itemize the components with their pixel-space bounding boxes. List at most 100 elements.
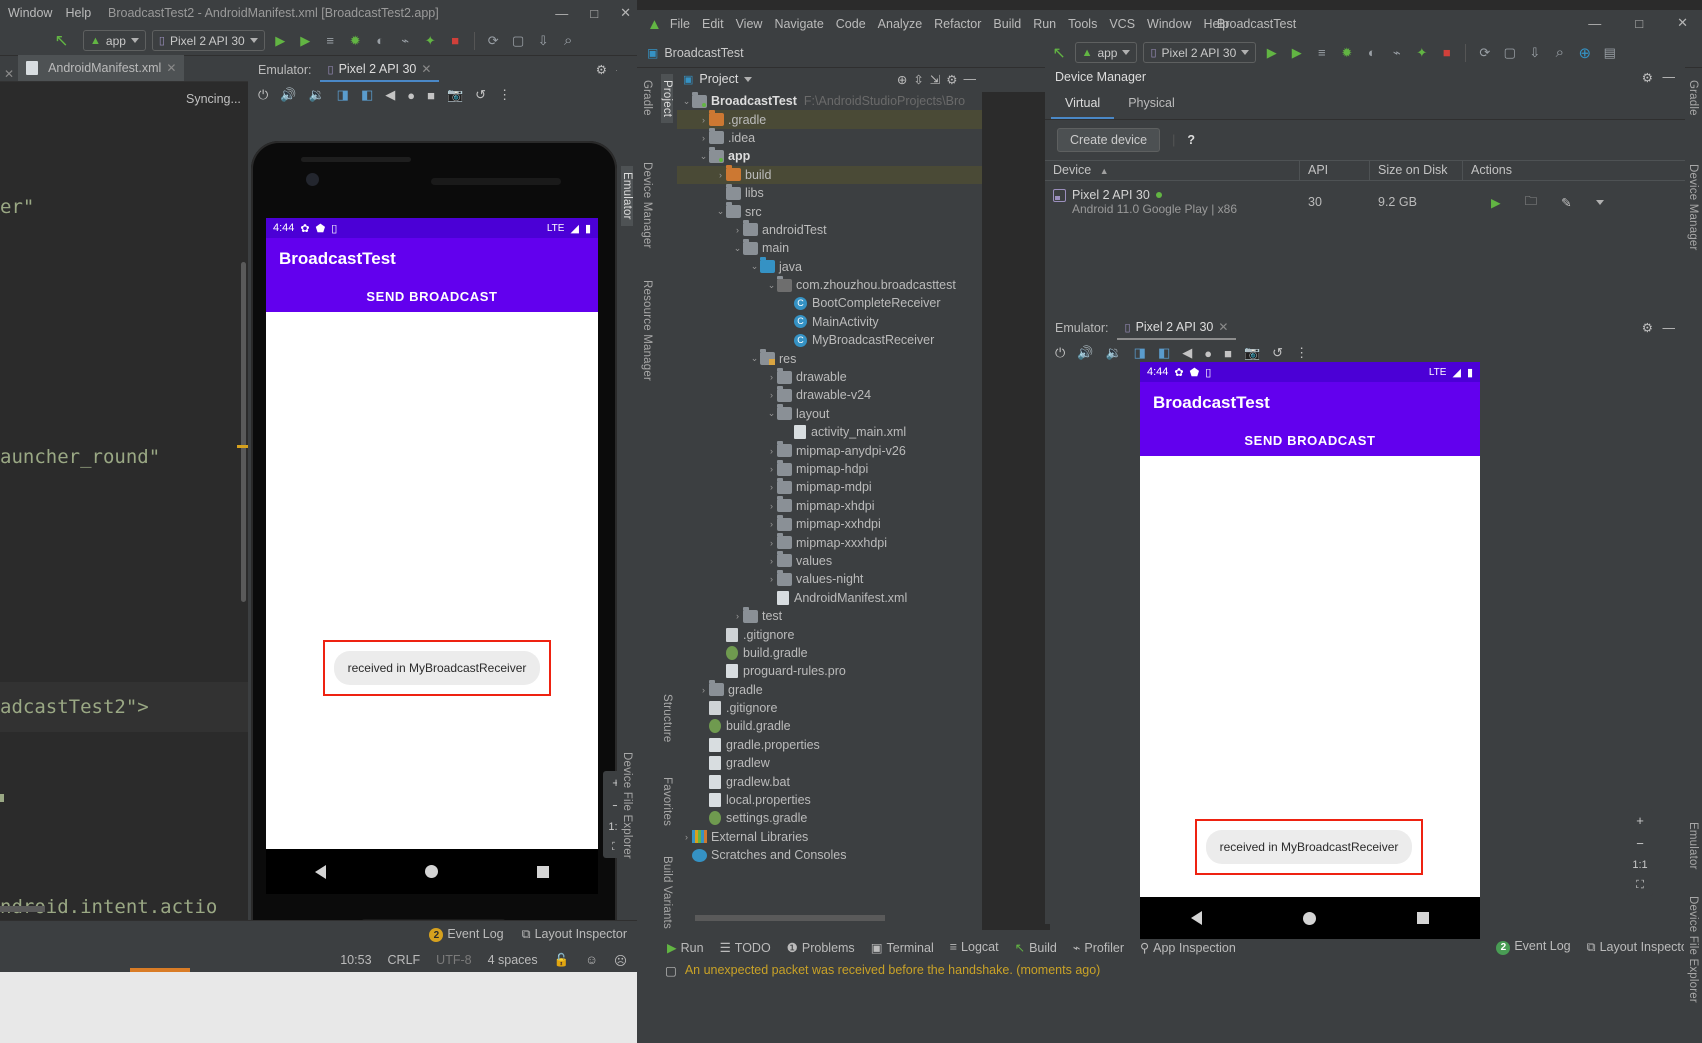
tree-node[interactable]: › .idea bbox=[677, 128, 982, 147]
tree-node[interactable]: › External Libraries bbox=[677, 828, 982, 846]
tree-expand-arrow[interactable]: › bbox=[766, 482, 777, 492]
build-hammer-icon[interactable]: ↖ bbox=[52, 31, 71, 50]
line-separator[interactable]: CRLF bbox=[388, 953, 421, 967]
tree-node[interactable]: › values bbox=[677, 551, 982, 570]
tree-node[interactable]: gradlew bbox=[677, 754, 982, 772]
tree-node[interactable]: › gradle bbox=[677, 680, 982, 699]
debug-icon[interactable]: ✹ bbox=[1337, 43, 1356, 62]
locate-icon[interactable]: ⊕ bbox=[897, 72, 907, 87]
tree-expand-arrow[interactable]: › bbox=[766, 501, 777, 511]
file-encoding[interactable]: UTF-8 bbox=[436, 953, 471, 967]
recents-square-icon[interactable] bbox=[536, 865, 549, 878]
expand-all-icon[interactable]: ⇳ bbox=[913, 72, 923, 87]
recents-square-icon[interactable] bbox=[1417, 912, 1430, 924]
stripe-structure[interactable]: Structure bbox=[661, 688, 673, 748]
stripe-device-manager[interactable]: Device Manager bbox=[641, 156, 653, 255]
emulator-right-screen[interactable]: 4:44 ✿ ⬟ ▯ LTE ◢ ▮ BroadcastTest SEND BR… bbox=[1140, 362, 1480, 897]
attach-debugger-icon[interactable]: ◐ bbox=[1362, 43, 1381, 62]
home-circle-icon[interactable] bbox=[1302, 911, 1316, 925]
tree-node[interactable]: ⌄ app bbox=[677, 146, 982, 165]
tree-expand-arrow[interactable]: › bbox=[766, 446, 777, 456]
tree-node[interactable]: gradle.properties bbox=[677, 736, 982, 754]
home-icon[interactable]: ● bbox=[407, 88, 415, 103]
right-status-layout-inspector[interactable]: ⧉ Layout Inspector bbox=[1587, 940, 1692, 955]
left-code-editor[interactable]: er" auncher_round" adcastTest2"> castRec… bbox=[0, 82, 248, 920]
column-actions[interactable]: Actions bbox=[1463, 160, 1520, 181]
menu-view[interactable]: View bbox=[736, 17, 763, 31]
run-icon[interactable]: ▶ bbox=[271, 31, 290, 50]
caret-position[interactable]: 10:53 bbox=[340, 953, 371, 967]
menu-edit[interactable]: Edit bbox=[702, 17, 724, 31]
tree-expand-arrow[interactable]: ⌄ bbox=[749, 353, 760, 364]
back-triangle-icon[interactable] bbox=[1190, 911, 1202, 925]
sdk-manager-icon[interactable]: ⇩ bbox=[1525, 43, 1544, 62]
menu-code[interactable]: Code bbox=[836, 17, 866, 31]
back-triangle-icon[interactable] bbox=[315, 864, 327, 879]
tree-expand-arrow[interactable]: › bbox=[698, 115, 709, 125]
tree-node[interactable]: C MainActivity bbox=[677, 313, 982, 331]
editor-hscrollbar[interactable] bbox=[0, 906, 45, 912]
tab-physical[interactable]: Physical bbox=[1114, 90, 1189, 119]
stripe-emulator[interactable]: Emulator bbox=[621, 166, 633, 226]
help-button[interactable]: ? bbox=[1187, 133, 1195, 147]
lock-icon[interactable]: 🔓 bbox=[554, 953, 570, 968]
power-icon[interactable]: ⏻ bbox=[258, 87, 268, 103]
collapse-all-icon[interactable]: ⇲ bbox=[930, 72, 940, 87]
rotate-left-icon[interactable]: ◨ bbox=[337, 87, 349, 103]
column-api[interactable]: API bbox=[1300, 160, 1370, 181]
maximize-button[interactable]: □ bbox=[1635, 16, 1643, 31]
sad-face-icon[interactable]: ☹ bbox=[614, 953, 627, 968]
device-selector[interactable]: ▯ Pixel 2 API 30 bbox=[1143, 42, 1257, 63]
tree-node[interactable]: › mipmap-xxxhdpi bbox=[677, 533, 982, 551]
search-icon[interactable]: ⌕ bbox=[559, 31, 578, 50]
stripe-device-manager-right[interactable]: Device Manager bbox=[1687, 158, 1699, 257]
happy-face-icon[interactable]: ☺ bbox=[585, 953, 598, 967]
overview-icon[interactable]: ■ bbox=[1224, 346, 1232, 361]
menu-navigate[interactable]: Navigate bbox=[774, 17, 823, 31]
tree-node[interactable]: local.properties bbox=[677, 791, 982, 809]
right-status-event-log[interactable]: 2 Event Log bbox=[1496, 939, 1571, 955]
close-icon[interactable]: ✕ bbox=[166, 61, 176, 75]
volume-down-icon[interactable]: 🔉 bbox=[308, 87, 324, 103]
tree-expand-arrow[interactable]: › bbox=[766, 464, 777, 474]
tree-node[interactable]: C MyBroadcastReceiver bbox=[677, 331, 982, 349]
power-icon[interactable]: ⏻ bbox=[1055, 345, 1065, 361]
tree-expand-arrow[interactable]: ⌄ bbox=[681, 96, 692, 107]
folder-icon[interactable]: 🗀 bbox=[1525, 192, 1538, 213]
tree-expand-arrow[interactable]: › bbox=[766, 390, 777, 400]
more-icon[interactable]: ⋮ bbox=[1295, 345, 1308, 361]
minimize-icon[interactable]: — bbox=[1663, 321, 1676, 335]
stripe-project[interactable]: Project bbox=[661, 74, 673, 124]
tree-node[interactable]: AndroidManifest.xml bbox=[677, 589, 982, 607]
apply-changes-icon[interactable]: ≡ bbox=[1312, 43, 1331, 62]
send-broadcast-button[interactable]: SEND BROADCAST bbox=[1140, 424, 1480, 456]
tree-node[interactable]: ⌄ com.zhouzhou.broadcasttest bbox=[677, 275, 982, 294]
zoom-in-button[interactable]: + bbox=[1627, 809, 1653, 832]
close-icon[interactable]: ✕ bbox=[421, 62, 431, 76]
tool-button-run[interactable]: ▶ Run bbox=[667, 940, 704, 955]
tree-node[interactable]: › build bbox=[677, 165, 982, 184]
tab-androidmanifest[interactable]: AndroidManifest.xml ✕ bbox=[18, 55, 185, 81]
screenshot-icon[interactable]: 📷 bbox=[1244, 345, 1260, 361]
attach-debugger-icon[interactable]: ◐ bbox=[371, 31, 390, 50]
avd-manager-icon[interactable]: ▢ bbox=[1500, 43, 1519, 62]
menu-window[interactable]: Window bbox=[8, 6, 52, 20]
tree-node[interactable]: ⌄ res bbox=[677, 349, 982, 367]
tab-virtual[interactable]: Virtual bbox=[1051, 90, 1115, 119]
volume-down-icon[interactable]: 🔉 bbox=[1105, 345, 1121, 361]
search-icon[interactable]: ⌕ bbox=[1550, 43, 1569, 62]
project-tree[interactable]: ⌄ BroadcastTest F:\AndroidStudioProjects\B… bbox=[677, 92, 982, 930]
menu-refactor[interactable]: Refactor bbox=[934, 17, 981, 31]
layout-settings-icon[interactable]: ▤ bbox=[1600, 43, 1619, 62]
tree-node[interactable]: ⌄ layout bbox=[677, 404, 982, 423]
stripe-build-variants[interactable]: Build Variants bbox=[661, 850, 673, 935]
breadcrumb[interactable]: BroadcastTest bbox=[664, 46, 743, 60]
tool-button-problems[interactable]: ❶ Problems bbox=[787, 940, 855, 955]
tree-expand-arrow[interactable]: ⌄ bbox=[766, 408, 777, 419]
maximize-button[interactable]: □ bbox=[590, 6, 598, 21]
overview-icon[interactable]: ■ bbox=[427, 88, 435, 103]
tree-node[interactable]: › drawable-v24 bbox=[677, 385, 982, 404]
tree-node[interactable]: build.gradle bbox=[677, 717, 982, 735]
volume-up-icon[interactable]: 🔊 bbox=[280, 87, 296, 103]
tree-node[interactable]: › mipmap-hdpi bbox=[677, 459, 982, 478]
